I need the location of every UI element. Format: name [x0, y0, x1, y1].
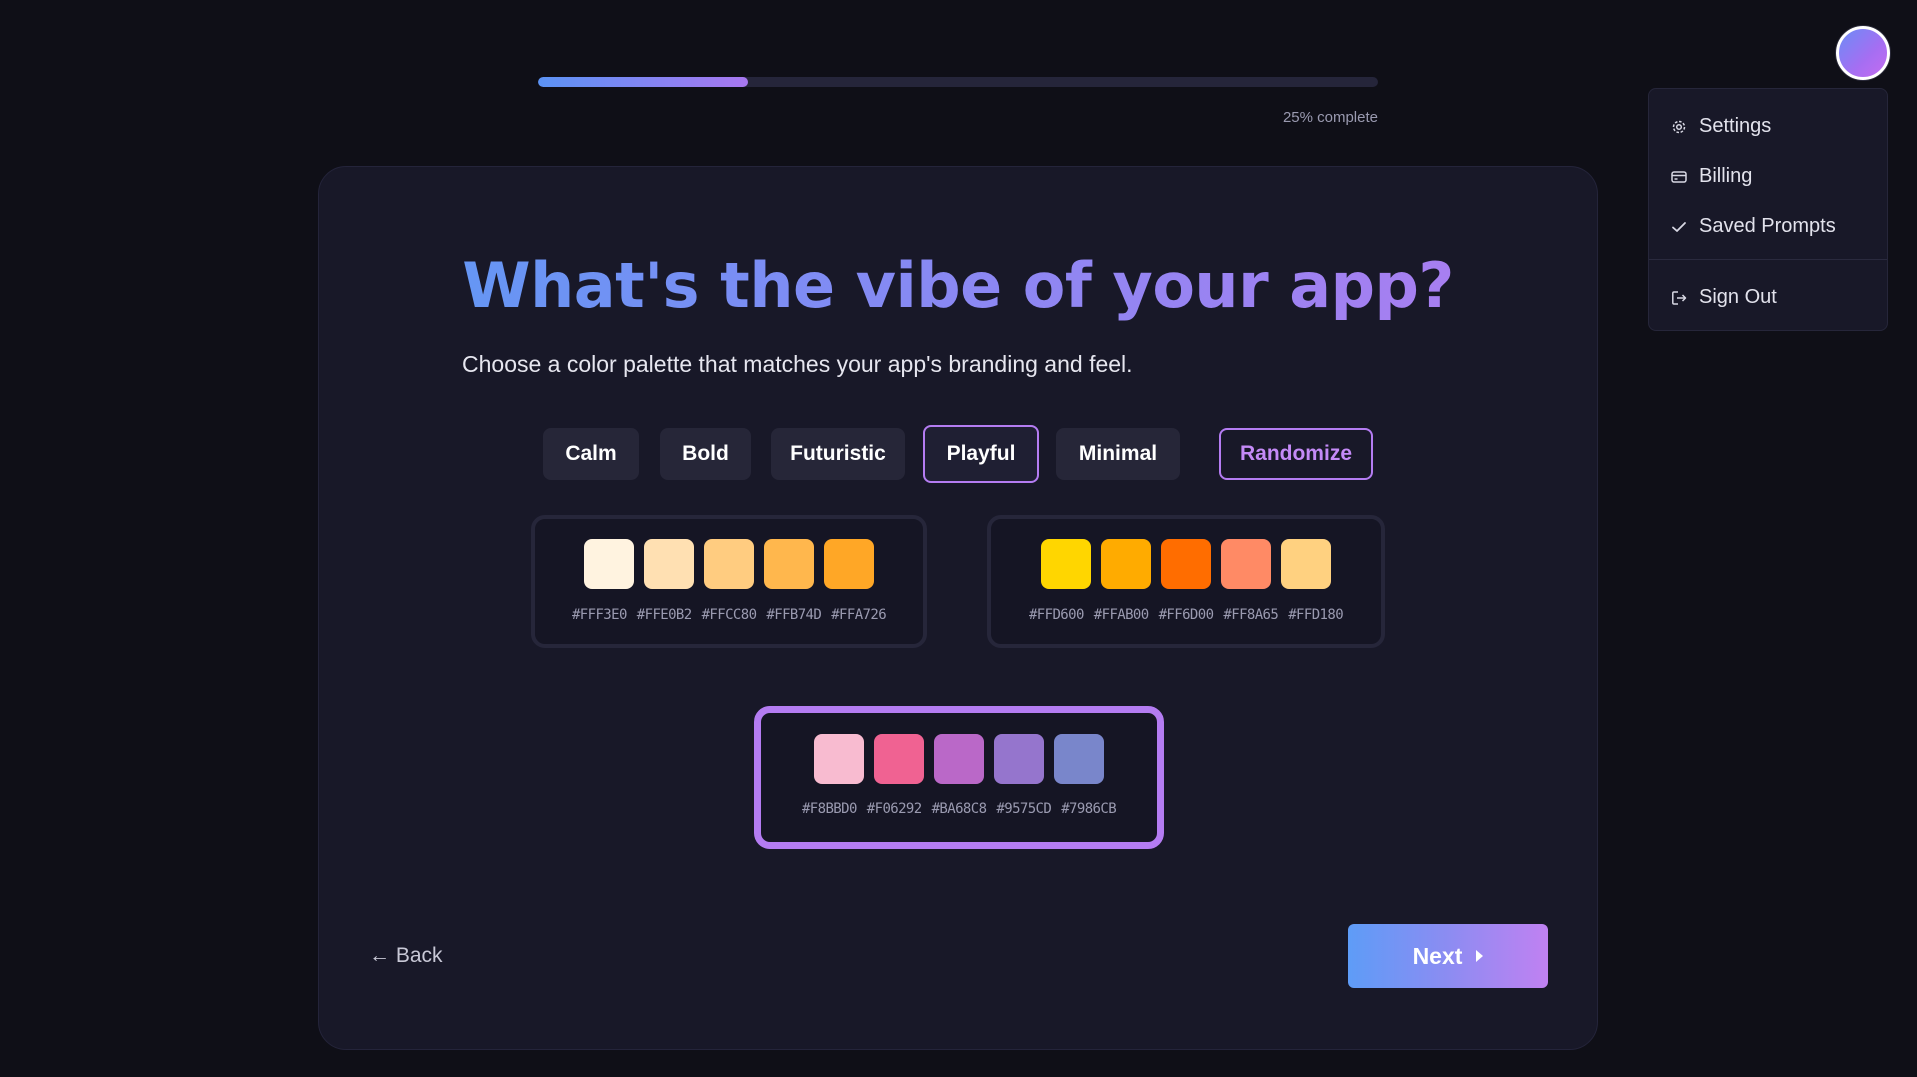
sign-out-icon	[1671, 289, 1687, 305]
palette-hex-labels: #FFF3E0 #FFE0B2 #FFCC80 #FFB74D #FFA726	[535, 607, 923, 623]
vibe-button-playful[interactable]: Playful	[923, 425, 1039, 483]
menu-item-saved-prompts[interactable]: Saved Prompts	[1649, 204, 1887, 248]
color-swatch	[934, 734, 984, 784]
hex-label: #F8BBD0	[801, 801, 857, 817]
menu-item-label: Sign Out	[1699, 285, 1777, 308]
check-icon	[1671, 218, 1687, 234]
menu-item-settings[interactable]: Settings	[1649, 104, 1887, 148]
menu-item-label: Billing	[1699, 164, 1753, 187]
progress-label: 25% complete	[1282, 109, 1378, 126]
color-swatch	[644, 539, 694, 589]
menu-item-label: Saved Prompts	[1699, 214, 1836, 237]
hex-label: #7986CB	[1061, 801, 1117, 817]
vibe-button-minimal[interactable]: Minimal	[1056, 428, 1180, 480]
vibe-options: Calm Bold Futuristic Playful Minimal Ran…	[319, 423, 1597, 483]
color-swatch	[764, 539, 814, 589]
chevron-right-icon	[1476, 950, 1484, 962]
progress-bar	[538, 77, 1378, 87]
menu-divider	[1649, 259, 1887, 260]
color-swatch	[994, 734, 1044, 784]
hex-label: #FF8A65	[1223, 607, 1279, 623]
user-dropdown-menu: Settings Billing Saved Prompts Sign Out	[1648, 88, 1888, 331]
color-swatch	[1054, 734, 1104, 784]
hex-label: #FFD600	[1028, 607, 1084, 623]
progress-section: 25% complete	[538, 77, 1378, 126]
hex-label: #FFB74D	[766, 607, 822, 623]
hex-label: #FFF3E0	[571, 607, 627, 623]
menu-item-label: Settings	[1699, 114, 1772, 137]
hex-label: #F06292	[866, 801, 922, 817]
hex-label: #FFE0B2	[636, 607, 692, 623]
hex-label: #FFAB00	[1093, 607, 1149, 623]
palette-card[interactable]: #FFF3E0 #FFE0B2 #FFCC80 #FFB74D #FFA726	[531, 515, 927, 648]
credit-card-icon	[1671, 168, 1687, 184]
palette-hex-labels: #FFD600 #FFAB00 #FF6D00 #FF8A65 #FFD180	[991, 607, 1381, 623]
color-swatch	[824, 539, 874, 589]
color-swatch	[1221, 539, 1271, 589]
avatar[interactable]	[1836, 26, 1890, 80]
menu-item-sign-out[interactable]: Sign Out	[1649, 275, 1887, 319]
hex-label: #FF6D00	[1158, 607, 1214, 623]
color-swatch	[874, 734, 924, 784]
randomize-button[interactable]: Randomize	[1219, 428, 1373, 480]
gear-icon	[1671, 118, 1687, 134]
color-swatch	[1041, 539, 1091, 589]
progress-fill	[538, 77, 748, 87]
onboarding-card: What's the vibe of your app? Choose a co…	[318, 166, 1598, 1050]
palette-swatches	[761, 734, 1157, 784]
page-title: What's the vibe of your app?	[319, 249, 1597, 322]
palette-card-selected[interactable]: #F8BBD0 #F06292 #BA68C8 #9575CD #7986CB	[754, 706, 1164, 849]
vibe-button-futuristic[interactable]: Futuristic	[771, 428, 905, 480]
next-button[interactable]: Next	[1348, 924, 1548, 988]
vibe-button-calm[interactable]: Calm	[543, 428, 639, 480]
next-button-label: Next	[1412, 942, 1463, 969]
hex-label: #BA68C8	[931, 801, 987, 817]
palette-swatches	[991, 539, 1381, 589]
palette-card[interactable]: #FFD600 #FFAB00 #FF6D00 #FF8A65 #FFD180	[987, 515, 1385, 648]
menu-item-billing[interactable]: Billing	[1649, 154, 1887, 198]
hex-label: #FFA726	[831, 607, 887, 623]
vibe-button-bold[interactable]: Bold	[660, 428, 751, 480]
color-swatch	[1161, 539, 1211, 589]
page-subtitle: Choose a color palette that matches your…	[462, 351, 1133, 377]
hex-label: #FFD180	[1288, 607, 1344, 623]
palette-hex-labels: #F8BBD0 #F06292 #BA68C8 #9575CD #7986CB	[761, 801, 1157, 817]
hex-label: #9575CD	[996, 801, 1052, 817]
back-link[interactable]: ← Back	[369, 944, 443, 968]
color-swatch	[584, 539, 634, 589]
color-swatch	[1101, 539, 1151, 589]
hex-label: #FFCC80	[701, 607, 757, 623]
color-swatch	[704, 539, 754, 589]
color-swatch	[814, 734, 864, 784]
palette-swatches	[535, 539, 923, 589]
color-swatch	[1281, 539, 1331, 589]
